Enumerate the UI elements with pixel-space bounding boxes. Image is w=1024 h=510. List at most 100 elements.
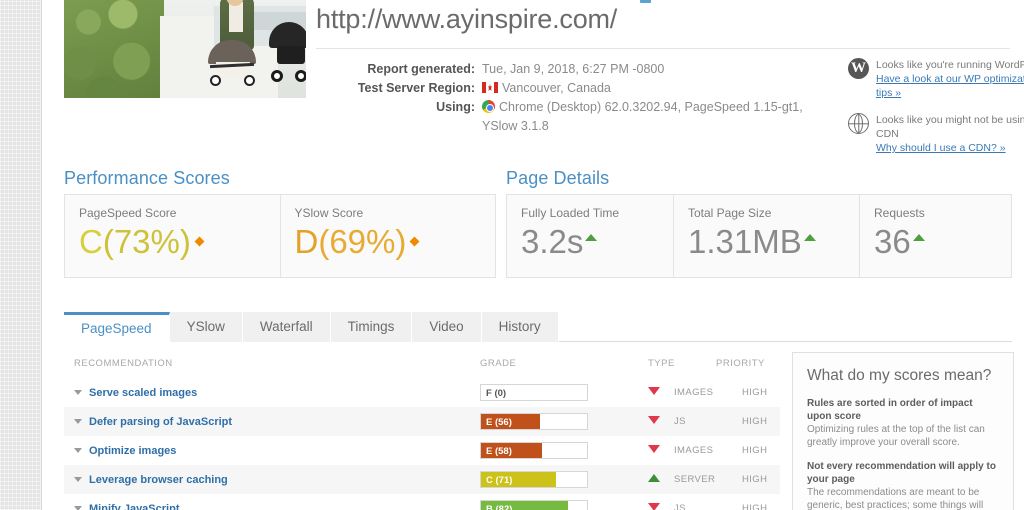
cdn-info-link[interactable]: Why should I use a CDN? » [876,141,1024,155]
table-row[interactable]: Optimize images E (58) IMAGES HIGH [64,436,780,465]
grade-cell: F (0) [480,384,648,401]
trend-diamond-icon [194,236,205,247]
meta-value-continued: YSlow 3.1.8 [482,119,549,133]
pagespeed-grade-percent: (73%) [102,223,191,260]
trend-down-icon [648,387,660,395]
requests-value: 36 [874,220,1011,264]
requests-cell[interactable]: Requests 36 [859,195,1011,277]
report-url[interactable]: http://www.ayinspire.com/ [316,4,617,35]
tab-history[interactable]: History [481,312,559,342]
explainer-body-1: Optimizing rules at the top of the list … [807,424,985,448]
notice-text: Looks like you're running WordPress [876,59,1024,71]
recommendation-link[interactable]: Leverage browser caching [89,474,228,486]
meta-row-test-server-region: Test Server Region: Vancouver, Canada [316,79,803,98]
table-row[interactable]: Defer parsing of JavaScript E (56) JS HIGH [64,407,780,436]
grade-bar-label: E (58) [486,446,512,457]
grade-bar: B (82) [480,500,588,510]
trend-cell [648,445,674,456]
trend-down-icon [648,416,660,424]
notice-cdn: Looks like you might not be using a CDN … [848,113,1024,155]
trend-diamond-icon [409,236,420,247]
recommendation-cell[interactable]: Serve scaled images [74,387,480,399]
fully-loaded-time-value: 3.2s [521,220,673,264]
recommendation-link[interactable]: Serve scaled images [89,387,197,399]
type-cell: JS [674,503,686,510]
fully-loaded-time-cell[interactable]: Fully Loaded Time 3.2s [507,195,673,277]
recommendation-cell[interactable]: Minify JavaScript [74,503,480,510]
header-notices: W Looks like you're running WordPress Ha… [848,58,1024,168]
page-details-heading: Page Details [506,168,610,188]
chevron-down-icon[interactable] [74,477,82,482]
performance-scores-heading: Performance Scores [64,168,230,188]
table-row[interactable]: Minify JavaScript B (82) JS HIGH [64,494,780,510]
chevron-down-icon[interactable] [74,419,82,424]
table-row[interactable]: Leverage browser caching C (71) SERVER HIGH [64,465,780,494]
trend-up-icon [912,234,925,241]
tab-yslow[interactable]: YSlow [169,312,243,342]
yslow-score-label: YSlow Score [294,206,364,220]
tab-waterfall[interactable]: Waterfall [242,312,331,342]
column-header-recommendation: RECOMMENDATION [74,358,173,369]
yslow-grade-letter: D [294,223,319,260]
table-header-row: RECOMMENDATION GRADE TYPE PRIORITY [64,352,780,378]
notice-wordpress: W Looks like you're running WordPress Ha… [848,58,1024,100]
pagespeed-score-value: C(73%) [79,220,280,264]
chevron-down-icon[interactable] [74,390,82,395]
tab-timings[interactable]: Timings [330,312,413,342]
total-page-size-number: 1.31MB [688,223,802,260]
meta-label: Using: [436,100,475,114]
trend-down-icon [648,503,660,510]
yslow-score-value: D(69%) [295,220,496,264]
meta-value-text: Vancouver, Canada [502,81,611,95]
explainer-body-2: The recommendations are meant to be gene… [807,487,984,510]
report-tabs: PageSpeed YSlow Waterfall Timings Video … [64,312,1012,343]
yslow-grade-percent: (69%) [318,223,407,260]
recommendation-link[interactable]: Minify JavaScript [89,503,179,510]
meta-label: Test Server Region: [357,81,475,95]
fully-loaded-time-label: Fully Loaded Time [521,206,620,220]
requests-label: Requests [874,206,925,220]
report-header: http://www.ayinspire.com/ Report generat… [42,0,1024,154]
header-divider [316,48,1010,49]
yslow-score-cell[interactable]: YSlow Score D(69%) [279,195,496,277]
tab-pagespeed[interactable]: PageSpeed [64,312,170,343]
type-cell: IMAGES [674,387,714,398]
report-meta-list: Report generated: Tue, Jan 9, 2018, 6:27… [316,60,803,136]
trend-up-icon [648,474,660,482]
requests-number: 36 [874,223,911,260]
pagespeed-score-label: PageSpeed Score [79,206,177,220]
recommendation-link[interactable]: Defer parsing of JavaScript [89,416,232,428]
meta-row-using-cont: YSlow 3.1.8 [316,117,803,136]
chevron-down-icon[interactable] [74,506,82,510]
recommendation-cell[interactable]: Defer parsing of JavaScript [74,416,480,428]
pagespeed-score-cell[interactable]: PageSpeed Score C(73%) [65,195,280,277]
site-screenshot-thumbnail[interactable] [64,0,306,98]
trend-down-icon [648,445,660,453]
pagespeed-grade-letter: C [79,223,103,260]
type-cell: JS [674,416,686,427]
wp-optimization-tips-link[interactable]: Have a look at our WP optimization tips … [876,72,1024,100]
notice-text: Looks like you might not be using a CDN [876,114,1024,140]
chevron-down-icon[interactable] [74,448,82,453]
trend-up-icon [803,234,816,241]
recommendation-cell[interactable]: Optimize images [74,445,480,457]
grade-cell: E (56) [480,413,648,430]
trend-cell [648,474,674,485]
fully-loaded-time-number: 3.2s [521,223,584,260]
table-row[interactable]: Serve scaled images F (0) IMAGES HIGH [64,378,780,407]
recommendation-link[interactable]: Optimize images [89,445,176,457]
scores-explainer-title: What do my scores mean? [807,367,992,384]
globe-icon [848,113,869,134]
explainer-heading-2: Not every recommendation will apply to y… [807,461,996,485]
total-page-size-cell[interactable]: Total Page Size 1.31MB [673,195,859,277]
trend-up-icon [585,234,598,241]
recommendations-table: RECOMMENDATION GRADE TYPE PRIORITY Serve… [64,352,780,510]
canada-flag-icon [482,82,498,93]
report-page: http://www.ayinspire.com/ Report generat… [42,0,1024,510]
trend-cell [648,503,674,510]
meta-value: Tue, Jan 9, 2018, 6:27 PM -0800 [482,62,665,76]
tab-video[interactable]: Video [412,312,482,342]
grade-bar-label: B (82) [486,504,513,510]
column-header-grade: GRADE [480,358,517,369]
recommendation-cell[interactable]: Leverage browser caching [74,474,480,486]
